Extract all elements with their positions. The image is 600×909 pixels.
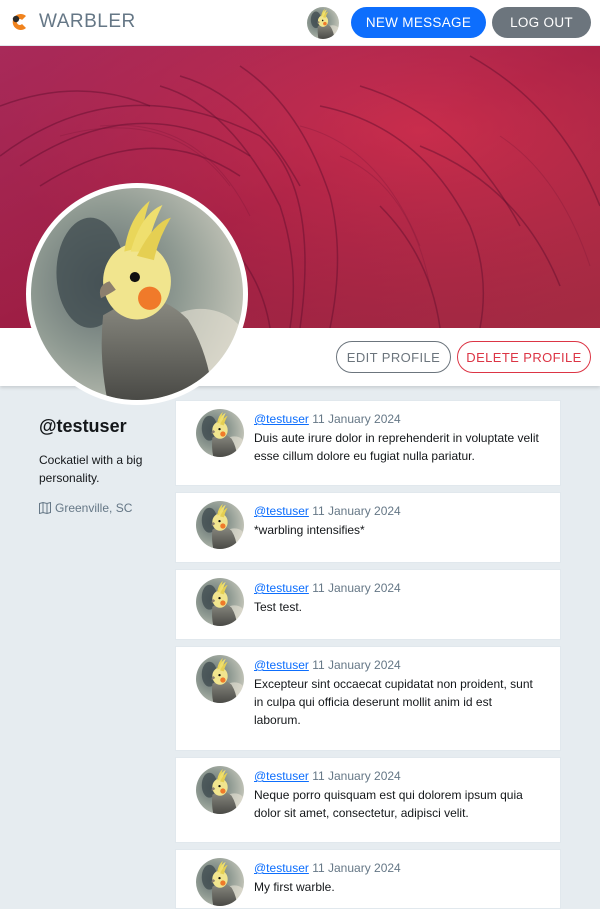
top-navbar: WARBLER New Message Log out [0, 0, 600, 46]
message-username-link[interactable]: @testuser [254, 504, 309, 518]
message-text: My first warble. [254, 880, 335, 894]
message-text: Neque porro quisquam est qui dolorem ips… [254, 788, 523, 820]
message-username-link[interactable]: @testuser [254, 658, 309, 672]
message-username-link[interactable]: @testuser [254, 861, 309, 875]
message-date: 11 January 2024 [312, 504, 401, 518]
message-date: 11 January 2024 [312, 412, 401, 426]
profile-location: Greenville, SC [39, 501, 169, 515]
message-avatar[interactable] [196, 578, 244, 626]
message-text: Duis aute irure dolor in reprehenderit i… [254, 431, 539, 463]
edit-profile-button[interactable]: Edit Profile [336, 341, 451, 373]
profile-username: @testuser [39, 416, 127, 436]
message-text: *warbling intensifies* [254, 523, 365, 537]
message-date: 11 January 2024 [312, 581, 401, 595]
message-username-link[interactable]: @testuser [254, 412, 309, 426]
message-avatar[interactable] [196, 409, 244, 457]
brand-link[interactable]: WARBLER [8, 11, 136, 33]
map-icon [39, 502, 51, 514]
message-avatar[interactable] [196, 766, 244, 814]
message-text: Test test. [254, 600, 303, 614]
message-item: @testuser 11 January 2024 Test test. [175, 569, 561, 640]
message-username-link[interactable]: @testuser [254, 769, 309, 783]
brand-name: WARBLER [39, 11, 136, 32]
message-date: 11 January 2024 [312, 861, 401, 875]
message-text: Excepteur sint occaecat cupidatat non pr… [254, 677, 533, 727]
message-item: @testuser 11 January 2024 Duis aute irur… [175, 400, 561, 486]
message-item: @testuser 11 January 2024 *warbling inte… [175, 492, 561, 563]
profile-bio: Cockatiel with a big personality. [39, 453, 143, 485]
warbler-logo-icon [12, 14, 26, 30]
message-avatar[interactable] [196, 858, 244, 906]
message-item: @testuser 11 January 2024 Excepteur sint… [175, 646, 561, 751]
message-date: 11 January 2024 [312, 769, 401, 783]
message-avatar[interactable] [196, 501, 244, 549]
message-item: @testuser 11 January 2024 Neque porro qu… [175, 757, 561, 843]
location-text: Greenville, SC [55, 501, 133, 515]
message-item: @testuser 11 January 2024 My first warbl… [175, 849, 561, 909]
user-avatar[interactable] [307, 7, 339, 39]
message-date: 11 January 2024 [312, 658, 401, 672]
message-avatar[interactable] [196, 655, 244, 703]
profile-sidebar: @testuser Cockatiel with a big personali… [39, 416, 169, 515]
log-out-button[interactable]: Log out [492, 7, 591, 38]
new-message-button[interactable]: New Message [351, 7, 486, 38]
message-username-link[interactable]: @testuser [254, 581, 309, 595]
profile-avatar [26, 183, 248, 405]
delete-profile-button[interactable]: Delete Profile [457, 341, 591, 373]
